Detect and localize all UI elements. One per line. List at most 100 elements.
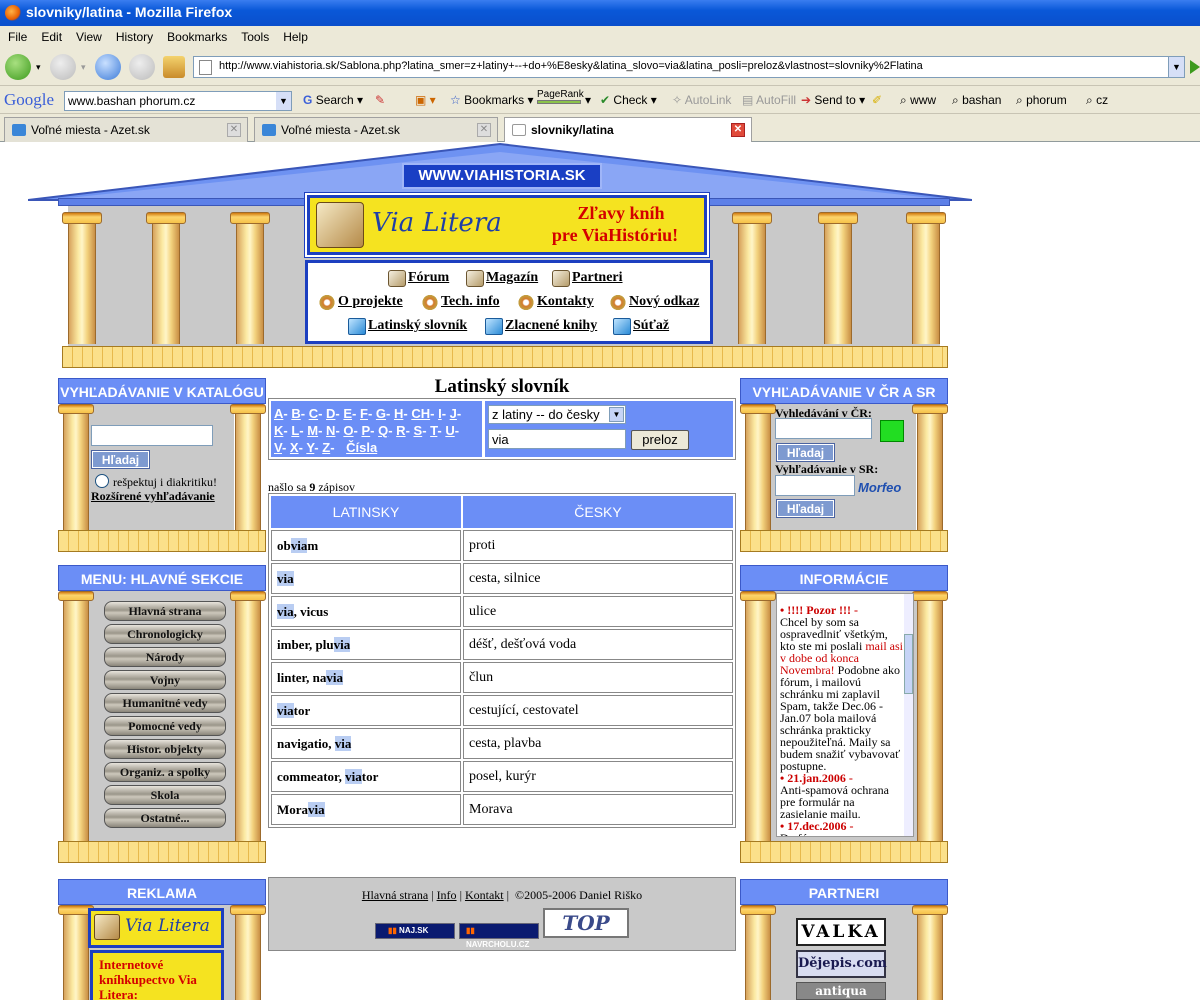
nav-magazin[interactable]: Magazín (466, 270, 538, 287)
nav-sutaz[interactable]: Súťaž (613, 318, 669, 335)
top-badge[interactable]: TOP (543, 908, 629, 938)
check-button[interactable]: ✔ Check ▾ (600, 93, 657, 107)
letter-link-n[interactable]: N (326, 423, 335, 438)
letter-link-g[interactable]: G (376, 406, 386, 421)
letter-link-l[interactable]: L (291, 423, 299, 438)
nav-zlacnene-knihy[interactable]: Zlacnené knihy (485, 318, 597, 335)
nav-forum[interactable]: Fórum (388, 270, 449, 287)
menu-bookmarks[interactable]: Bookmarks (167, 30, 227, 44)
letter-link-x[interactable]: X (290, 440, 299, 455)
catalog-search-button[interactable]: Hľadaj (91, 450, 150, 469)
nav-kontakty[interactable]: Kontakty (517, 294, 594, 311)
google-word-cz[interactable]: ⌕ cz (1086, 93, 1108, 108)
jyxo-icon[interactable] (880, 420, 904, 442)
menu-tools[interactable]: Tools (241, 30, 269, 44)
forward-dropdown-icon[interactable]: ▾ (81, 62, 86, 73)
letter-link-b[interactable]: B (291, 406, 300, 421)
address-bar[interactable]: http://www.viahistoria.sk/Sablona.php?la… (193, 56, 1185, 78)
google-search-input[interactable]: www.bashan phorum.cz ▼ (64, 91, 292, 111)
naj-sk-badge[interactable]: ▮▮ NAJ.SK (375, 923, 455, 939)
letter-link-f[interactable]: F (360, 406, 368, 421)
advanced-search-link[interactable]: Rozšírené vyhľadávanie (91, 489, 215, 504)
letter-link-a[interactable]: A (274, 406, 283, 421)
letter-link-m[interactable]: M (307, 423, 318, 438)
letter-link-s[interactable]: S (414, 423, 423, 438)
menu-edit[interactable]: Edit (41, 30, 62, 44)
bookmarks-button[interactable]: ☆ Bookmarks ▾ (450, 93, 534, 107)
info-scrollbar[interactable] (904, 594, 913, 836)
nav-latinsky-slovnik[interactable]: Latinský slovník (348, 318, 467, 335)
letter-link-c[interactable]: C (309, 406, 318, 421)
footer-link-kontakt[interactable]: Kontakt (465, 888, 504, 902)
word-input[interactable]: via (488, 429, 626, 449)
cr-search-input[interactable] (775, 418, 872, 439)
letter-link-z[interactable]: Z (322, 440, 330, 455)
menu-skola[interactable]: Skola (104, 785, 226, 805)
cr-search-button[interactable]: Hľadaj (776, 443, 835, 462)
home-icon[interactable] (163, 56, 185, 78)
menu-help[interactable]: Help (283, 30, 308, 44)
numbers-link[interactable]: Čísla (346, 440, 377, 455)
highlighter-icon[interactable]: ✐ (872, 93, 882, 107)
letter-link-h[interactable]: H (394, 406, 403, 421)
menu-histor-objekty[interactable]: Histor. objekty (104, 739, 226, 759)
google-search-button[interactable]: G Search ▾ (303, 93, 363, 107)
nav-novy-odkaz[interactable]: Nový odkaz (609, 294, 699, 311)
address-dropdown-icon[interactable]: ▼ (1168, 57, 1184, 77)
tab-close-icon[interactable]: ✕ (227, 123, 241, 137)
footer-link-hlavna-strana[interactable]: Hlavná strana (362, 888, 428, 902)
google-word-phorum[interactable]: ⌕ phorum (1016, 93, 1067, 108)
menu-narody[interactable]: Národy (104, 647, 226, 667)
google-word-www[interactable]: ⌕ www (900, 93, 936, 108)
partner-dejepis[interactable]: Dějepis.com (796, 950, 887, 978)
reload-icon[interactable] (95, 54, 121, 80)
translate-button[interactable]: preloz (631, 430, 689, 450)
go-arrow-icon[interactable] (1190, 60, 1200, 74)
letter-link-t[interactable]: T (430, 423, 437, 438)
pagerank-dropdown-icon[interactable]: ▾ (585, 93, 591, 107)
letter-link-j[interactable]: J (450, 406, 457, 421)
letter-link-q[interactable]: Q (378, 423, 388, 438)
letter-link-ch[interactable]: CH (411, 406, 430, 421)
menu-humanitne-vedy[interactable]: Humanitné vedy (104, 693, 226, 713)
partner-antiqua[interactable]: antiqua (796, 982, 886, 1000)
nav-o-projekte[interactable]: O projekte (318, 294, 403, 311)
letter-link-e[interactable]: E (343, 406, 352, 421)
menu-file[interactable]: File (8, 30, 27, 44)
google-search-dropdown-icon[interactable]: ▼ (276, 92, 291, 110)
navrcholu-badge[interactable]: ▮▮ NAVRCHOLU.CZ (459, 923, 539, 949)
letter-link-v[interactable]: V (274, 440, 282, 455)
pagerank-indicator[interactable]: PageRank (537, 89, 584, 104)
autofill-button[interactable]: ▤ AutoFill (742, 93, 796, 107)
menu-vojny[interactable]: Vojny (104, 670, 226, 690)
letter-link-o[interactable]: O (343, 423, 353, 438)
letter-link-i[interactable]: I (438, 406, 442, 421)
stop-icon[interactable] (129, 54, 155, 80)
autolink-button[interactable]: ✧ AutoLink (672, 93, 731, 107)
letter-link-y[interactable]: Y (306, 440, 314, 455)
ad-via-litera-logo[interactable]: Via Litera (88, 908, 224, 948)
menu-chronologicky[interactable]: Chronologicky (104, 624, 226, 644)
tab-slovniky-latina[interactable]: slovniky/latina ✕ (504, 117, 752, 143)
menu-view[interactable]: View (76, 30, 102, 44)
sr-search-input[interactable] (775, 475, 855, 496)
tab-azet-1[interactable]: Voľné miesta - Azet.sk ✕ (4, 117, 248, 142)
menu-organiz-spolky[interactable]: Organiz. a spolky (104, 762, 226, 782)
back-dropdown-icon[interactable]: ▾ (36, 62, 41, 73)
popup-blocker-icon[interactable]: ▣ ▾ (415, 93, 436, 107)
partner-valka[interactable]: VALKA (796, 918, 886, 946)
footer-link-info[interactable]: Info (437, 888, 457, 902)
menu-hlavna-strana[interactable]: Hlavná strana (104, 601, 226, 621)
menu-ostatne[interactable]: Ostatné... (104, 808, 226, 828)
letter-link-p[interactable]: P (361, 423, 370, 438)
letter-link-u[interactable]: U (445, 423, 454, 438)
nav-partneri[interactable]: Partneri (552, 270, 623, 287)
back-arrow-icon[interactable] (5, 54, 31, 80)
nav-tech-info[interactable]: Tech. info (421, 294, 500, 311)
letter-link-k[interactable]: K (274, 423, 283, 438)
direction-select[interactable]: z latiny -- do česky ▼ (488, 405, 626, 424)
chevron-down-icon[interactable]: ▼ (609, 407, 624, 422)
google-word-bashan[interactable]: ⌕ bashan (952, 93, 1001, 108)
letter-link-r[interactable]: R (396, 423, 405, 438)
tab-azet-2[interactable]: Voľné miesta - Azet.sk ✕ (254, 117, 498, 142)
